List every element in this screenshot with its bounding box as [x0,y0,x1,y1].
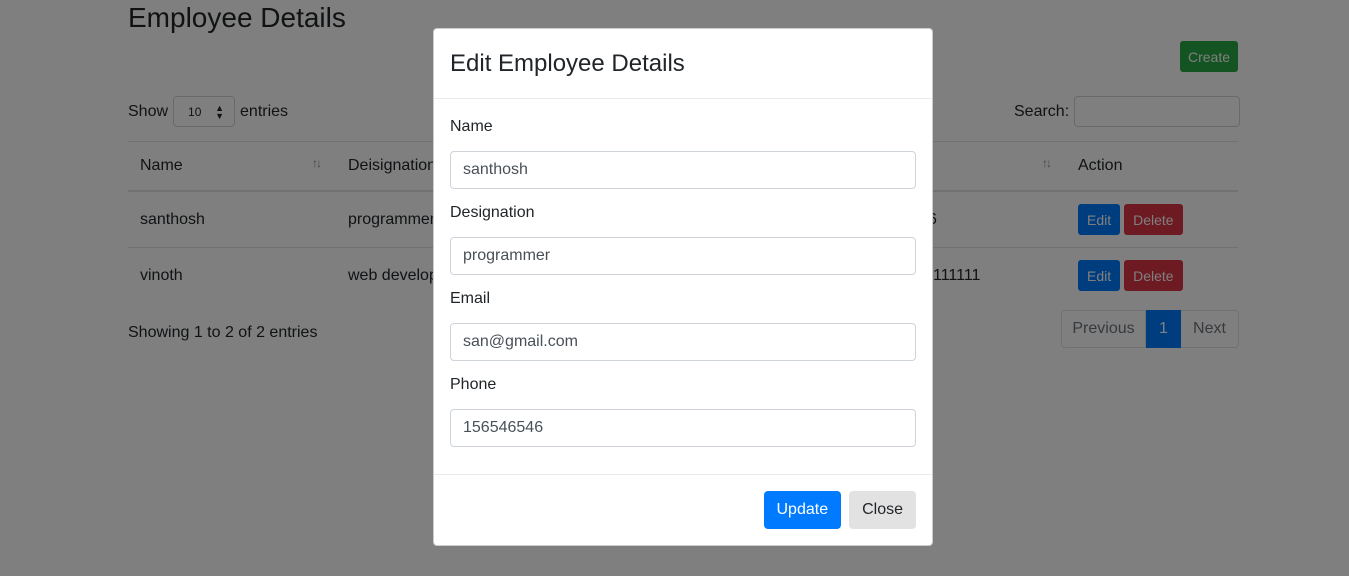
phone-label: Phone [450,376,497,393]
email-input[interactable]: san@gmail.com [450,323,916,361]
designation-label: Designation [450,204,535,221]
email-label: Email [450,290,491,307]
phone-field-group: Phone 156546546 [450,373,916,447]
phone-input[interactable]: 156546546 [450,409,916,447]
name-input[interactable]: santhosh [450,151,916,189]
modal-header: Edit Employee Details [434,29,932,99]
close-button[interactable]: Close [849,491,916,529]
modal-footer: Update Close [434,474,932,545]
designation-field-group: Designation programmer [450,201,916,275]
name-label: Name [450,118,493,135]
email-field-group: Email san@gmail.com [450,287,916,361]
name-field-group: Name santhosh [450,115,916,189]
modal-title: Edit Employee Details [450,49,685,77]
edit-employee-modal: Edit Employee Details Name santhosh Desi… [433,28,933,546]
update-button[interactable]: Update [763,491,842,529]
designation-input[interactable]: programmer [450,237,916,275]
